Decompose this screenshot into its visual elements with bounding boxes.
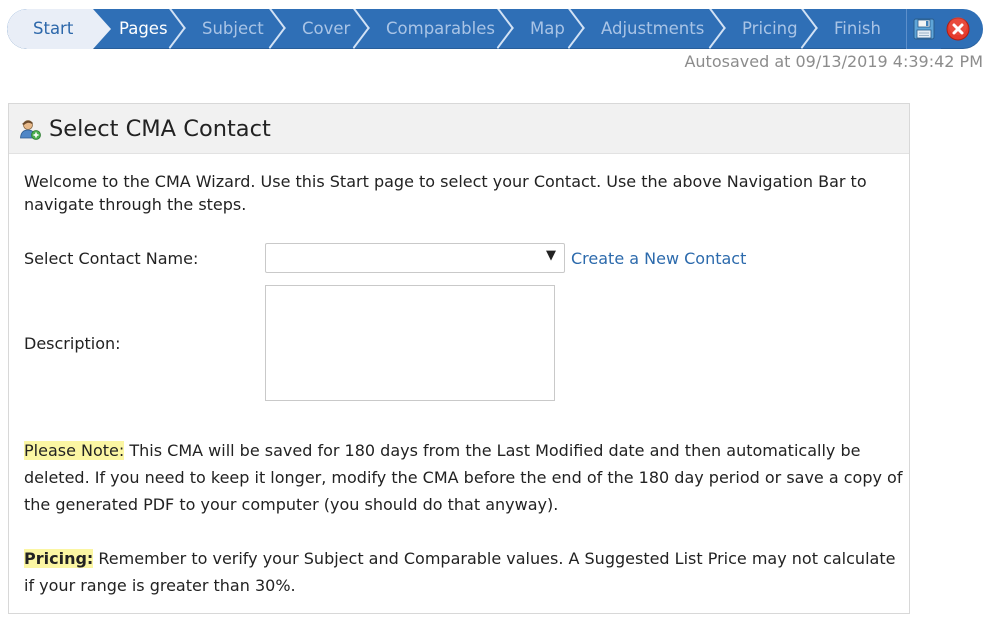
panel-title: Select CMA Contact	[49, 115, 271, 142]
contact-label: Select Contact Name:	[24, 248, 199, 268]
pricing-text: Remember to verify your Subject and Comp…	[24, 549, 896, 595]
create-new-contact-link[interactable]: Create a New Contact	[571, 249, 746, 268]
wizard-step-label: Map	[530, 19, 565, 38]
description-field[interactable]	[265, 285, 555, 401]
intro-text: Welcome to the CMA Wizard. Use this Star…	[24, 172, 867, 214]
wizard-step-label: Adjustments	[601, 19, 705, 38]
wizard-step-cover[interactable]: Cover	[277, 9, 370, 49]
contact-select[interactable]: ▼	[265, 243, 565, 273]
save-button[interactable]	[906, 9, 941, 49]
dropdown-caret-icon: ▼	[546, 248, 556, 263]
wizard-step-label: Subject	[202, 19, 264, 38]
wizard-step-label: Finish	[834, 19, 881, 38]
wizard-step-start[interactable]: Start	[7, 9, 111, 49]
contact-row: Select Contact Name: ▼ Create a New Cont…	[24, 243, 746, 273]
panel-body: Welcome to the CMA Wizard. Use this Star…	[9, 154, 909, 216]
description-label: Description:	[24, 333, 121, 353]
wizard-step-label: Pricing	[742, 19, 798, 38]
panel-header: Select CMA Contact	[9, 104, 909, 154]
wizard-step-label: Cover	[302, 19, 351, 38]
wizard-step-adjustments[interactable]: Adjustments	[576, 9, 726, 49]
wizard-step-finish[interactable]: Finish	[809, 9, 885, 49]
pricing-note: Pricing: Remember to verify your Subject…	[24, 545, 904, 599]
wizard-step-map[interactable]: Map	[505, 9, 585, 49]
pricing-label: Pricing:	[24, 549, 94, 568]
note-label: Please Note:	[24, 441, 125, 460]
step-arrow	[93, 9, 111, 49]
retention-note: Please Note: This CMA will be saved for …	[24, 437, 904, 518]
close-button[interactable]	[941, 9, 975, 49]
select-contact-panel: Select CMA Contact Welcome to the CMA Wi…	[8, 103, 910, 614]
wizard-navigation-bar: Start Pages Subject Cover Comparables Ma…	[7, 9, 983, 49]
description-row: Description:	[24, 285, 555, 401]
wizard-step-label: Pages	[119, 19, 168, 38]
wizard-actions	[906, 9, 983, 49]
red-x-circle-icon	[946, 17, 970, 41]
wizard-step-comparables[interactable]: Comparables	[361, 9, 514, 49]
wizard-step-subject[interactable]: Subject	[177, 9, 286, 49]
autosave-status: Autosaved at 09/13/2019 4:39:42 PM	[684, 52, 983, 71]
wizard-step-pricing[interactable]: Pricing	[717, 9, 818, 49]
wizard-step-label: Comparables	[386, 19, 495, 38]
floppy-disk-icon	[913, 18, 935, 40]
note-text: This CMA will be saved for 180 days from…	[24, 441, 903, 514]
user-add-icon	[20, 119, 41, 140]
wizard-step-label: Start	[33, 19, 74, 38]
